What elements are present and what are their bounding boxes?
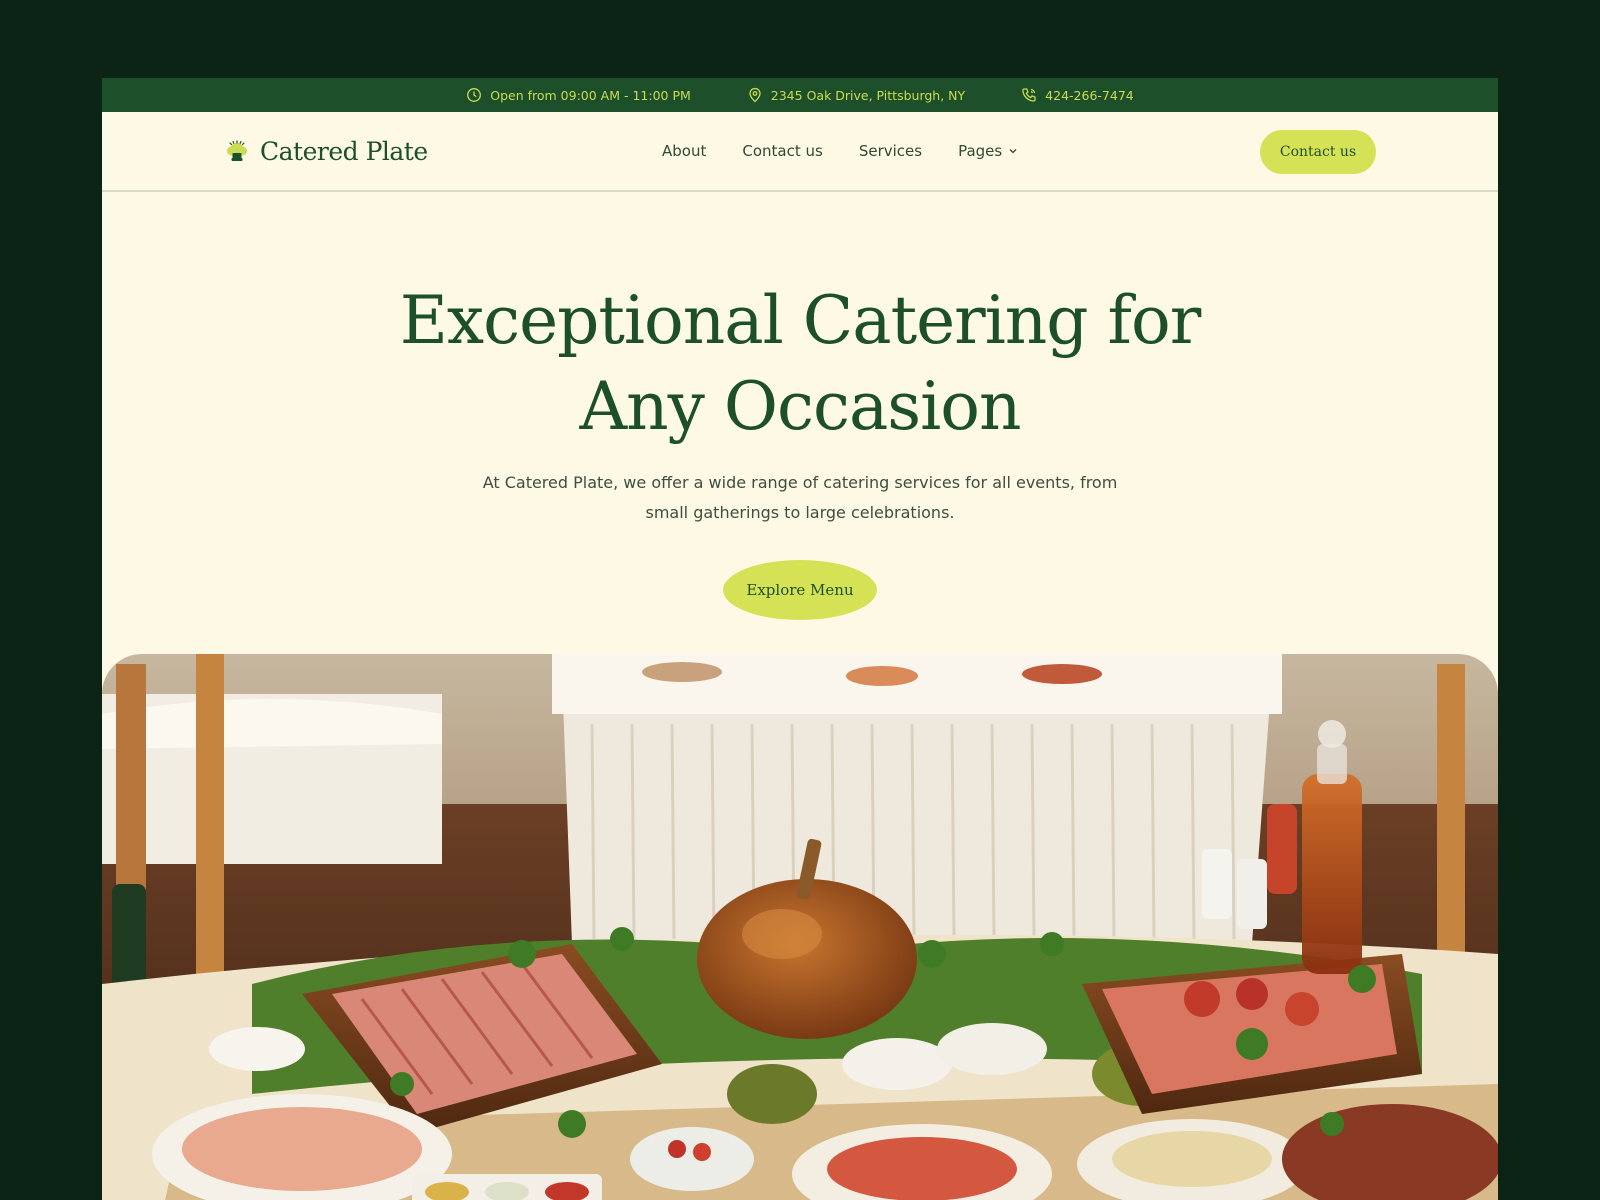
hero-title: Exceptional Catering for Any Occasion xyxy=(102,278,1498,450)
phone-text: 424-266-7474 xyxy=(1045,87,1134,103)
address: 2345 Oak Drive, Pittsburgh, NY xyxy=(747,87,965,103)
chef-hat-icon xyxy=(222,136,252,166)
nav-item-pages[interactable]: Pages xyxy=(958,142,1018,160)
hero-section: Exceptional Catering for Any Occasion At… xyxy=(102,192,1498,620)
main-nav: About Contact us Services Pages xyxy=(662,112,1018,190)
header-contact-button[interactable]: Contact us xyxy=(1260,130,1376,174)
hero-title-line-1: Exceptional Catering for xyxy=(399,282,1202,359)
website-frame: Open from 09:00 AM - 11:00 PM 2345 Oak D… xyxy=(102,78,1498,1200)
opening-hours: Open from 09:00 AM - 11:00 PM xyxy=(466,87,691,103)
brand-name: Catered Plate xyxy=(260,136,428,166)
nav-item-services[interactable]: Services xyxy=(859,142,922,160)
brand-logo[interactable]: Catered Plate xyxy=(222,136,428,166)
site-header: Catered Plate About Contact us Services … xyxy=(102,112,1498,192)
banquet-photo xyxy=(102,654,1498,1200)
explore-menu-button[interactable]: Explore Menu xyxy=(723,560,877,620)
chevron-down-icon xyxy=(1008,146,1018,156)
nav-item-about[interactable]: About xyxy=(662,142,706,160)
nav-item-contact-us[interactable]: Contact us xyxy=(742,142,822,160)
phone-icon xyxy=(1021,87,1037,103)
hero-title-line-2: Any Occasion xyxy=(579,368,1021,445)
nav-item-pages-label: Pages xyxy=(958,142,1003,160)
address-text: 2345 Oak Drive, Pittsburgh, NY xyxy=(770,87,966,103)
top-info-bar: Open from 09:00 AM - 11:00 PM 2345 Oak D… xyxy=(102,78,1498,112)
clock-icon xyxy=(466,87,482,103)
location-pin-icon xyxy=(747,87,763,103)
hero-subtitle: At Catered Plate, we offer a wide range … xyxy=(482,473,1118,522)
opening-hours-text: Open from 09:00 AM - 11:00 PM xyxy=(490,87,691,103)
phone[interactable]: 424-266-7474 xyxy=(1021,87,1134,103)
